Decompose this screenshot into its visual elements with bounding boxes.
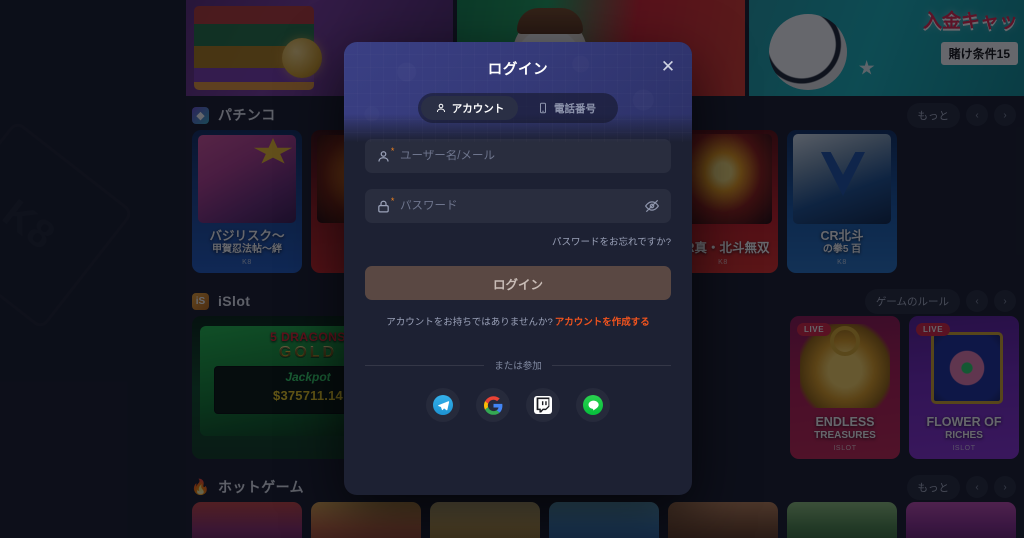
forgot-password-link[interactable]: パスワードをお忘れですか? — [552, 237, 671, 248]
phone-icon — [540, 102, 546, 114]
password-field-wrapper[interactable]: * — [365, 189, 671, 223]
lock-icon: * — [376, 195, 394, 214]
tab-account[interactable]: アカウント — [421, 96, 518, 120]
user-icon — [436, 103, 445, 113]
twitch-login-button[interactable] — [526, 388, 560, 422]
close-icon[interactable]: ✕ — [658, 56, 678, 76]
telegram-login-button[interactable] — [426, 388, 460, 422]
login-modal: ✕ ログイン アカウント 電話番号 * ユーザー名/メール * パスワードをお忘… — [344, 42, 692, 495]
forgot-password-row: パスワードをお忘れですか? — [365, 232, 671, 250]
modal-title: ログイン — [487, 62, 549, 78]
line-icon — [583, 395, 603, 415]
required-marker: * — [390, 195, 394, 206]
modal-body: ログイン アカウント 電話番号 * ユーザー名/メール * パスワードをお忘れで… — [344, 42, 692, 422]
user-icon: * — [376, 145, 394, 164]
telegram-icon — [433, 395, 453, 415]
social-divider: または参加 — [365, 358, 672, 372]
divider-line-left — [365, 364, 485, 366]
twitch-icon — [534, 396, 552, 414]
google-icon — [483, 395, 503, 415]
tab-account-label: アカウント — [451, 102, 505, 115]
tab-phone-label: 電話番号 — [554, 102, 596, 115]
login-submit-button[interactable]: ログイン — [365, 266, 671, 300]
divider-label: または参加 — [494, 361, 542, 372]
tab-phone[interactable]: 電話番号 — [518, 96, 615, 120]
page-root: K8 入金キャッ 賭け条件15 ◆ パチンコ もっと ‹ — [0, 0, 1024, 538]
username-input[interactable] — [400, 150, 660, 162]
required-marker: * — [390, 145, 394, 156]
create-account-link[interactable]: アカウントを作成する — [555, 317, 650, 328]
eye-off-icon[interactable] — [644, 198, 660, 214]
divider-line-right — [551, 364, 672, 366]
username-field-wrapper[interactable]: * — [365, 139, 671, 173]
password-input[interactable] — [400, 200, 635, 212]
line-login-button[interactable] — [576, 388, 610, 422]
signup-prompt-text: アカウントをお持ちではありませんか? — [386, 317, 553, 328]
google-login-button[interactable] — [476, 388, 510, 422]
signup-prompt-row: アカウントをお持ちではありませんか? アカウントを作成する — [365, 314, 671, 328]
auth-method-tabs: アカウント 電話番号 — [418, 93, 618, 123]
social-login-row — [365, 388, 671, 422]
